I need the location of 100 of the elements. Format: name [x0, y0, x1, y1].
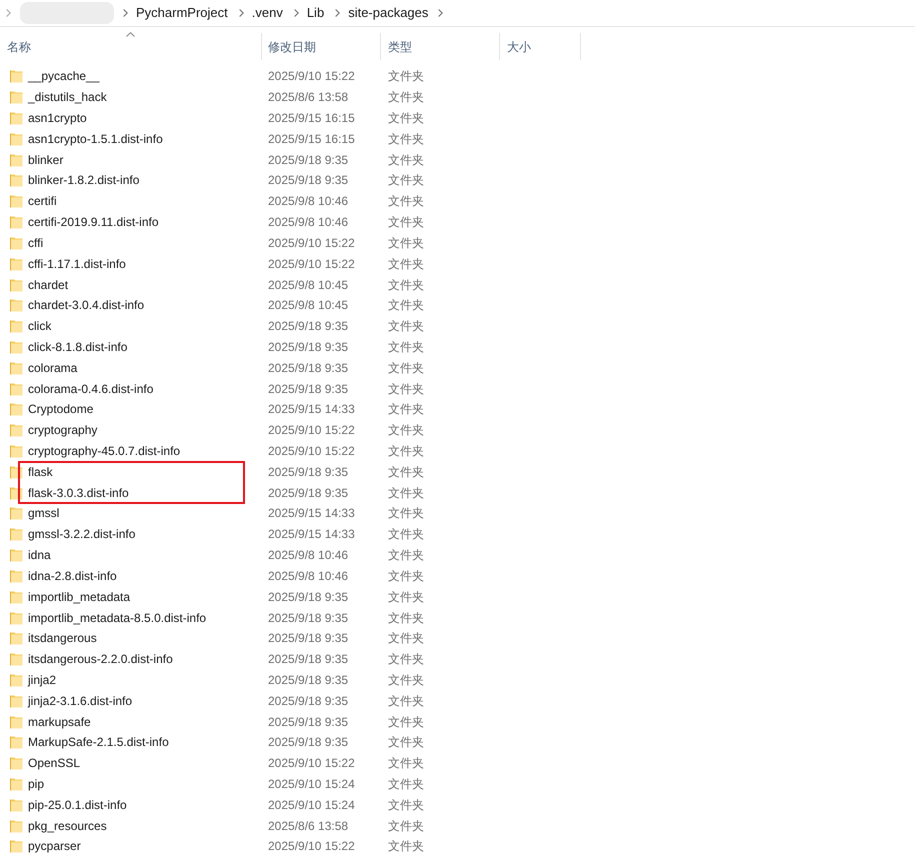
folder-icon	[10, 298, 23, 312]
file-name[interactable]: chardet	[28, 276, 68, 294]
file-type: 文件夹	[388, 672, 424, 687]
modified-date: 2025/9/8 10:46	[268, 194, 348, 208]
file-name[interactable]: pip-25.0.1.dist-info	[28, 796, 127, 814]
modified-date: 2025/9/18 9:35	[268, 694, 348, 708]
folder-icon	[10, 402, 23, 416]
file-type: 文件夹	[388, 527, 424, 542]
file-type: 文件夹	[388, 423, 424, 438]
folder-icon	[10, 423, 23, 438]
file-name[interactable]: certifi	[28, 192, 57, 210]
file-name[interactable]: jinja2	[28, 670, 56, 689]
file-type: 文件夹	[388, 444, 424, 458]
folder-icon	[10, 278, 23, 292]
column-header[interactable]: 名称	[0, 33, 262, 60]
file-type: 文件夹	[388, 652, 424, 666]
modified-date: 2025/9/18 9:35	[268, 152, 348, 167]
file-name[interactable]: click-8.1.8.dist-info	[28, 338, 128, 356]
folder-icon	[10, 194, 23, 208]
file-name[interactable]: cffi	[28, 234, 44, 252]
file-type: 文件夹	[388, 132, 424, 146]
modified-date: 2025/9/10 15:22	[268, 256, 355, 271]
chevron-icon[interactable]	[438, 9, 444, 17]
file-name[interactable]: click	[28, 317, 52, 336]
file-type: 文件夹	[388, 173, 424, 188]
folder-icon	[10, 69, 23, 84]
column-header[interactable]: 修改日期	[262, 33, 381, 60]
file-name[interactable]: pip	[28, 775, 44, 794]
folder-icon	[10, 652, 23, 666]
file-name[interactable]: chardet-3.0.4.dist-info	[28, 296, 144, 314]
modified-date: 2025/9/18 9:35	[268, 173, 348, 188]
file-name[interactable]: itsdangerous	[28, 629, 97, 648]
modified-date: 2025/9/18 9:35	[268, 631, 348, 646]
chevron-icon[interactable]	[335, 9, 340, 17]
file-type: 文件夹	[388, 694, 424, 708]
file-name[interactable]: colorama	[28, 358, 78, 377]
file-type: 文件夹	[388, 340, 424, 354]
file-type: 文件夹	[388, 464, 424, 479]
folder-icon	[10, 340, 23, 354]
file-name[interactable]: __pycache__	[28, 67, 100, 86]
file-name[interactable]: idna-2.8.dist-info	[28, 566, 117, 585]
file-type: 文件夹	[388, 506, 424, 520]
file-name[interactable]: jinja2-3.1.6.dist-info	[28, 692, 132, 710]
file-type: 文件夹	[388, 402, 424, 416]
breadcrumb-item[interactable]: PycharmProject	[134, 4, 230, 22]
modified-date: 2025/9/18 9:35	[268, 464, 348, 479]
modified-date: 2025/9/15 14:33	[268, 527, 355, 542]
file-name[interactable]: pkg_resources	[28, 816, 107, 835]
file-name[interactable]: blinker-1.8.2.dist-info	[28, 171, 140, 190]
file-type: 文件夹	[388, 818, 424, 833]
file-type: 文件夹	[388, 319, 424, 334]
file-name[interactable]: colorama-0.4.6.dist-info	[28, 380, 154, 398]
file-name[interactable]: gmssl	[28, 504, 60, 522]
file-name[interactable]: idna	[28, 546, 51, 564]
folder-icon	[10, 152, 23, 167]
file-type: 文件夹	[388, 152, 424, 167]
file-name[interactable]: _distutils_hack	[28, 88, 107, 106]
folder-icon	[10, 610, 23, 625]
folder-icon	[10, 506, 23, 520]
breadcrumb-item[interactable]: .venv	[250, 4, 285, 22]
file-type: 文件夹	[388, 298, 424, 312]
file-type: 文件夹	[388, 111, 424, 126]
chevron-icon[interactable]	[123, 9, 128, 17]
chevron-icon[interactable]	[238, 9, 244, 17]
modified-date: 2025/9/18 9:35	[268, 486, 348, 500]
column-header[interactable]: 大小	[500, 33, 581, 60]
file-name[interactable]: flask	[28, 462, 53, 481]
modified-date: 2025/9/18 9:35	[268, 610, 348, 625]
file-name[interactable]: markupsafe	[28, 712, 91, 731]
folder-icon	[10, 132, 23, 146]
file-name[interactable]: importlib_metadata-8.5.0.dist-info	[28, 608, 206, 627]
file-type: 文件夹	[388, 90, 424, 104]
modified-date: 2025/9/8 10:46	[268, 568, 348, 583]
breadcrumb-item[interactable]: site-packages	[346, 4, 430, 22]
folder-icon	[10, 111, 23, 126]
folder-icon	[10, 215, 23, 230]
file-name[interactable]: blinker	[28, 150, 64, 169]
folder-icon	[10, 818, 23, 833]
file-name[interactable]: MarkupSafe-2.1.5.dist-info	[28, 733, 169, 752]
file-name[interactable]: gmssl-3.2.2.dist-info	[28, 525, 136, 544]
file-name[interactable]: itsdangerous-2.2.0.dist-info	[28, 650, 173, 668]
file-name[interactable]: cryptography	[28, 421, 98, 440]
file-name[interactable]: importlib_metadata	[28, 588, 130, 606]
folder-icon	[10, 444, 23, 458]
file-name[interactable]: asn1crypto-1.5.1.dist-info	[28, 130, 163, 148]
breadcrumb-item[interactable]: Lib	[304, 4, 326, 22]
file-name[interactable]: OpenSSL	[28, 754, 80, 772]
file-name[interactable]: pycparser	[28, 837, 81, 856]
modified-date: 2025/9/18 9:35	[268, 590, 348, 604]
file-name[interactable]: cffi-1.17.1.dist-info	[28, 254, 126, 273]
modified-date: 2025/9/10 15:22	[268, 444, 355, 458]
modified-date: 2025/9/10 15:24	[268, 777, 355, 792]
chevron-icon[interactable]	[294, 9, 299, 17]
file-name[interactable]: asn1crypto	[28, 109, 87, 128]
column-header[interactable]: 类型	[381, 33, 500, 60]
file-name[interactable]: certifi-2019.9.11.dist-info	[28, 213, 159, 232]
file-name[interactable]: cryptography-45.0.7.dist-info	[28, 442, 180, 460]
modified-date: 2025/9/10 15:22	[268, 756, 355, 770]
file-name[interactable]: Cryptodome	[28, 400, 94, 418]
file-name[interactable]: flask-3.0.3.dist-info	[28, 484, 129, 502]
